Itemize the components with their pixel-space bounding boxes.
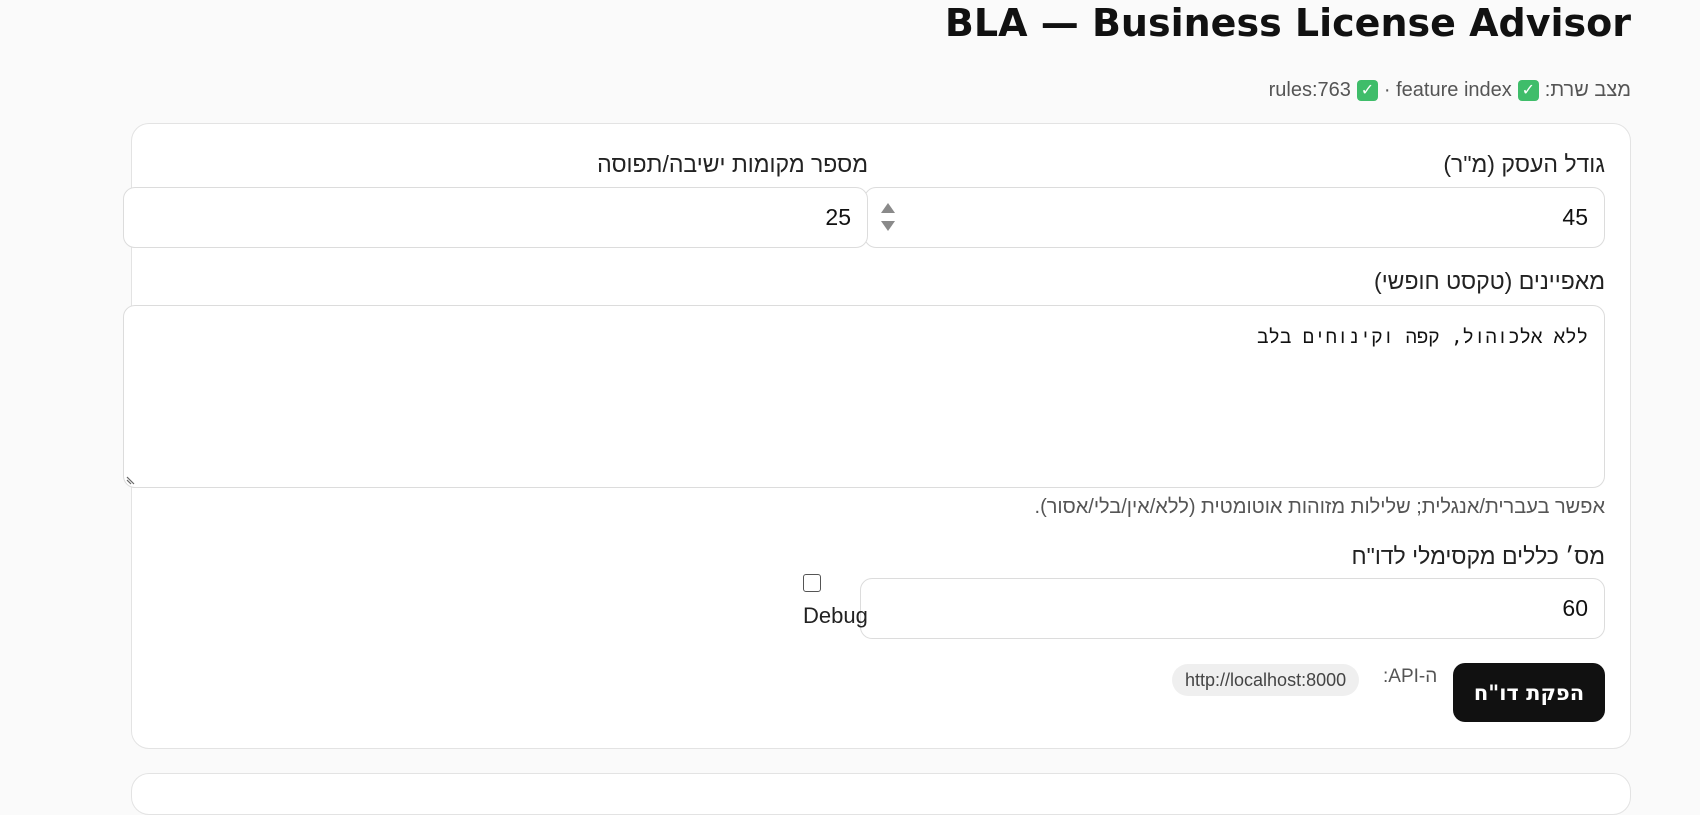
feature-index-label: feature index · (1383, 78, 1512, 101)
api-label: ה-API: (1383, 666, 1438, 687)
resize-handle-icon[interactable] (126, 475, 136, 485)
max-rules-label: מס׳ כללים מקסימלי לדו"ח (1351, 543, 1605, 569)
spinner-up-icon[interactable] (881, 203, 895, 213)
features-hint: אפשר בעברית/אנגלית; שלילות מזוהות אוטומט… (1034, 496, 1605, 518)
max-rules-value: 60 (1562, 595, 1588, 621)
seats-value: 25 (825, 204, 851, 230)
api-url-chip: http://localhost:8000 (1172, 664, 1360, 696)
check-icon: ✓ (1356, 79, 1378, 101)
seats-label: מספר מקומות ישיבה/תפוסה (597, 151, 868, 177)
business-size-input[interactable]: 45 (864, 187, 1605, 248)
app-title: BLA — Business License Advisor (944, 1, 1631, 45)
rules-count: rules:763 (1268, 78, 1351, 101)
check-icon: ✓ (1517, 79, 1539, 101)
generate-report-button[interactable]: הפקת דו"ח (1453, 663, 1605, 722)
server-status: מצב שרת: ✓ feature index · ✓ rules:763 (1269, 78, 1631, 102)
business-size-value: 45 (1562, 204, 1588, 230)
features-value: ללא אלכוהול, קפה וקינוחים בלב (1257, 326, 1588, 348)
number-spinner[interactable] (881, 203, 895, 231)
results-card (131, 773, 1631, 815)
features-label: מאפיינים (טקסט חופשי) (1374, 268, 1605, 294)
debug-checkbox[interactable] (803, 574, 821, 592)
features-textarea[interactable]: ללא אלכוהול, קפה וקינוחים בלב (123, 305, 1605, 488)
debug-toggle[interactable]: Debug (803, 573, 869, 631)
business-size-label: גודל העסק (מ"ר) (1443, 151, 1605, 177)
max-rules-input[interactable]: 60 (860, 578, 1605, 639)
server-status-label: מצב שרת: (1544, 78, 1631, 101)
spinner-down-icon[interactable] (881, 221, 895, 231)
debug-label: Debug (803, 603, 868, 628)
seats-input[interactable]: 25 (123, 187, 868, 248)
